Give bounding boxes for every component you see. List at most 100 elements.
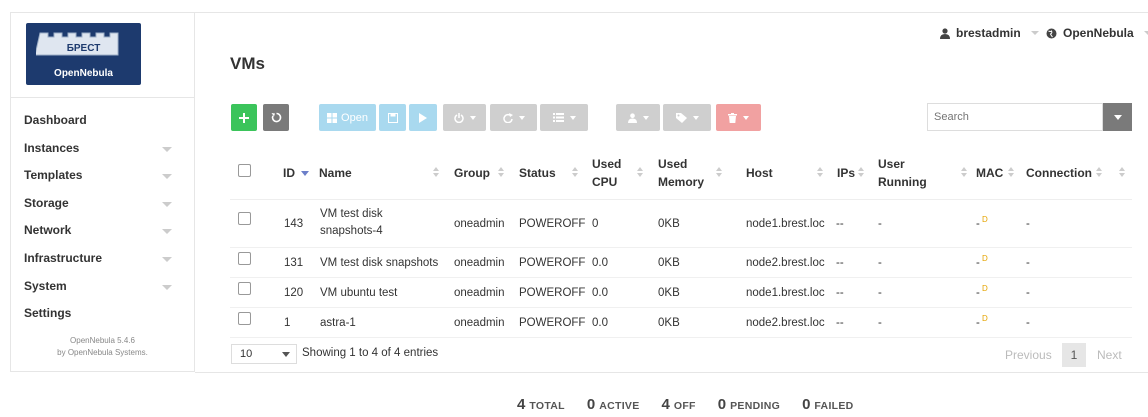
chevron-down-icon: [569, 115, 576, 120]
column-header-connection[interactable]: Connection: [1026, 164, 1092, 182]
sidebar-item-instances[interactable]: Instances: [11, 135, 194, 163]
sidebar-item-network[interactable]: Network: [11, 217, 194, 245]
sidebar-item-infrastructure[interactable]: Infrastructure: [11, 245, 194, 273]
sidebar-item-templates[interactable]: Templates: [11, 162, 194, 190]
repeat-icon: [502, 112, 513, 123]
logo-lettering: БРЕСТ: [67, 43, 101, 54]
pagination-previous[interactable]: Previous: [1005, 348, 1052, 362]
sidebar-item-label: Network: [24, 223, 72, 238]
mac-value: -: [976, 287, 980, 299]
user-icon: [627, 112, 637, 123]
stat-off: 4 OFF: [662, 396, 696, 413]
column-header-name[interactable]: Name: [319, 164, 352, 182]
vm-status: POWEROFF: [519, 218, 586, 230]
page-length-value: 10: [240, 348, 253, 360]
sidebar-item-system[interactable]: System: [11, 273, 194, 301]
sort-icon: [716, 167, 723, 179]
sidebar-item-settings[interactable]: Settings: [11, 300, 194, 328]
vm-cpu: 0.0: [592, 257, 608, 269]
plus-icon: [239, 112, 249, 123]
vm-group: oneadmin: [454, 287, 505, 299]
vm-connection: -: [1026, 257, 1030, 269]
open-button[interactable]: Open: [319, 104, 376, 131]
column-header-user-running[interactable]: User Running: [878, 155, 936, 191]
version-info: OpenNebula 5.4.6 by OpenNebula Systems.: [11, 335, 194, 359]
sort-icon: [498, 167, 505, 179]
mac-marker: D: [982, 254, 988, 263]
sidebar-divider: [11, 97, 194, 98]
table-row[interactable]: 1 astra-1 oneadmin POWEROFF 0.0 0KB node…: [230, 308, 1132, 338]
tag-icon: [675, 112, 687, 123]
zone-name: OpenNebula: [1063, 26, 1134, 40]
mac-marker: D: [982, 215, 988, 224]
row-checkbox[interactable]: [238, 312, 251, 325]
chevron-down-icon: [642, 115, 649, 120]
row-checkbox[interactable]: [238, 252, 251, 265]
vm-name: VM test disk snapshots: [320, 257, 439, 269]
footer-divider: [195, 372, 1148, 373]
vm-cpu: 0.0: [592, 317, 608, 329]
refresh-button[interactable]: [263, 104, 289, 131]
owner-dropdown[interactable]: [616, 104, 660, 131]
table-row[interactable]: 120 VM ubuntu test oneadmin POWEROFF 0.0…: [230, 278, 1132, 308]
username: brestadmin: [956, 26, 1021, 40]
mac-marker: D: [982, 284, 988, 293]
stat-active: 0 ACTIVE: [587, 396, 640, 413]
vm-mac: -D: [976, 314, 988, 329]
pagination-next[interactable]: Next: [1097, 348, 1122, 362]
brest-logo[interactable]: БРЕСТ OpenNebula: [26, 23, 141, 85]
labels-dropdown[interactable]: [663, 104, 711, 131]
table-row[interactable]: 131 VM test disk snapshots oneadmin POWE…: [230, 248, 1132, 278]
vendor-line: by OpenNebula Systems.: [57, 348, 148, 357]
zone-menu[interactable]: OpenNebula: [1046, 26, 1148, 40]
create-button[interactable]: [231, 104, 257, 131]
column-header-used-memory[interactable]: Used Memory: [658, 155, 713, 191]
sidebar-item-label: System: [24, 278, 67, 293]
row-checkbox[interactable]: [238, 282, 251, 295]
column-header-mac[interactable]: MAC: [976, 164, 1003, 182]
chevron-down-icon: [518, 115, 525, 120]
stat-label: TOTAL: [529, 400, 565, 412]
power-icon: [453, 112, 464, 123]
column-header-status[interactable]: Status: [519, 164, 556, 182]
vm-user-running: -: [878, 317, 882, 329]
vm-status: POWEROFF: [519, 287, 586, 299]
column-header-group[interactable]: Group: [454, 164, 490, 182]
sidebar-item-storage[interactable]: Storage: [11, 190, 194, 218]
user-menu[interactable]: brestadmin: [940, 26, 1039, 40]
vm-memory: 0KB: [658, 218, 680, 230]
column-header-host[interactable]: Host: [746, 164, 773, 182]
search-options-button[interactable]: [1103, 103, 1132, 131]
stat-pending: 0 PENDING: [718, 396, 780, 413]
search-input[interactable]: [927, 103, 1103, 131]
vm-user-running: -: [878, 287, 882, 299]
power-dropdown[interactable]: [443, 104, 486, 131]
chevron-down-icon: [1143, 31, 1148, 35]
list-dropdown[interactable]: [540, 104, 588, 131]
vm-mac: -D: [976, 284, 988, 299]
vm-connection: -: [1026, 218, 1030, 230]
pagination-current-page[interactable]: 1: [1062, 343, 1086, 367]
vm-name: astra-1: [320, 317, 356, 329]
sidebar-item-dashboard[interactable]: Dashboard: [11, 107, 194, 135]
vm-id: 131: [284, 257, 304, 269]
list-icon: [552, 113, 564, 122]
vm-host: node2.brest.loc: [746, 257, 825, 269]
delete-dropdown[interactable]: [716, 104, 761, 131]
stat-label: ACTIVE: [599, 400, 640, 412]
vm-group: oneadmin: [454, 218, 505, 230]
chevron-down-icon: [1030, 31, 1039, 35]
save-button[interactable]: [379, 104, 406, 131]
column-header-id[interactable]: ID: [283, 164, 310, 182]
open-label: Open: [341, 111, 368, 124]
column-header-used-cpu[interactable]: Used CPU: [592, 155, 632, 191]
page-length-select[interactable]: 10: [231, 344, 297, 364]
row-checkbox[interactable]: [238, 212, 251, 225]
vm-ips: --: [836, 257, 844, 269]
play-button[interactable]: [409, 104, 437, 131]
column-header-ips[interactable]: IPs: [837, 164, 855, 182]
sort-icon: [858, 167, 865, 179]
select-all-checkbox[interactable]: [238, 164, 251, 177]
reboot-dropdown[interactable]: [490, 104, 537, 131]
table-row[interactable]: 143 VM test disk snapshots-4 oneadmin PO…: [230, 200, 1132, 248]
